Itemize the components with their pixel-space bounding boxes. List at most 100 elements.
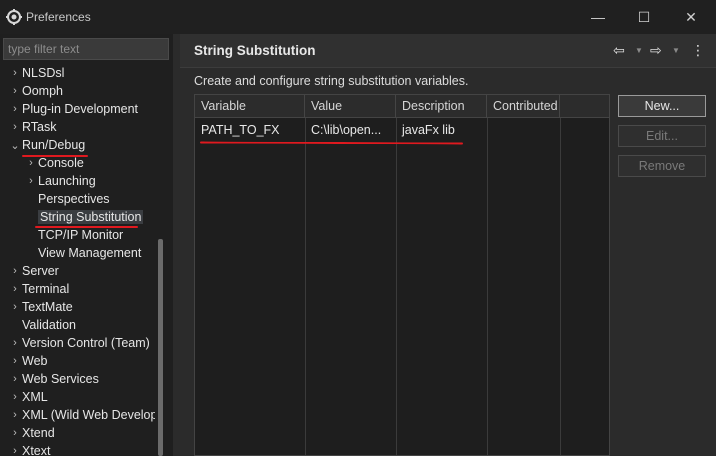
minimize-icon: — bbox=[591, 9, 605, 25]
tree-item[interactable]: › TextMate bbox=[8, 298, 73, 316]
edit-button-label: Edit... bbox=[646, 129, 678, 143]
tree-item[interactable]: TCP/IP Monitor bbox=[24, 226, 123, 244]
page-description: Create and configure string substitution… bbox=[194, 74, 469, 88]
tree-item[interactable]: › Server bbox=[8, 262, 59, 280]
chevron-right-icon[interactable]: › bbox=[8, 427, 22, 439]
chevron-right-icon[interactable]: › bbox=[8, 103, 22, 115]
tree-item-label: TextMate bbox=[22, 300, 73, 314]
chevron-right-icon[interactable]: › bbox=[8, 373, 22, 385]
cell-description: javaFx lib bbox=[402, 123, 455, 137]
page-header: String Substitution ⇦ ▼ ⇨ ▼ ⋮ bbox=[180, 34, 716, 68]
column-header-description[interactable]: Description bbox=[396, 95, 487, 118]
column-separator bbox=[487, 118, 488, 455]
tree-item[interactable]: › Web Services bbox=[8, 370, 99, 388]
tree-item[interactable]: Validation bbox=[8, 316, 76, 334]
minimize-button[interactable]: — bbox=[575, 0, 621, 34]
tree-item[interactable]: › Version Control (Team) bbox=[8, 334, 150, 352]
chevron-right-icon[interactable]: › bbox=[8, 301, 22, 313]
chevron-right-icon[interactable]: › bbox=[24, 175, 38, 187]
annotation-underline bbox=[35, 226, 138, 228]
chevron-right-icon[interactable]: › bbox=[8, 67, 22, 79]
tree-item[interactable]: ›XML (Wild Web Developer) bbox=[8, 406, 155, 424]
filter-input[interactable] bbox=[3, 38, 169, 60]
tree-item-label: View Management bbox=[38, 246, 142, 260]
tree-item[interactable]: ⌄ Run/Debug bbox=[8, 136, 85, 154]
column-header-contributed[interactable]: Contributed bbox=[487, 95, 560, 118]
back-dropdown-icon[interactable]: ▼ bbox=[635, 46, 643, 55]
cell-variable: PATH_TO_FX bbox=[201, 123, 280, 137]
tree-item-label: String Substitution bbox=[38, 210, 144, 224]
chevron-right-icon[interactable]: › bbox=[8, 85, 22, 97]
back-arrow-icon[interactable]: ⇦ bbox=[613, 42, 625, 59]
tree-item[interactable]: › Xtend bbox=[8, 424, 55, 442]
maximize-button[interactable]: ☐ bbox=[621, 0, 667, 34]
tree-item-label: Console bbox=[38, 156, 84, 170]
tree-item[interactable]: › Xtext bbox=[8, 442, 51, 456]
tree-item-label: Validation bbox=[22, 318, 76, 332]
chevron-right-icon[interactable]: › bbox=[8, 445, 22, 456]
column-separator bbox=[305, 118, 306, 455]
tree-item[interactable]: › Terminal bbox=[8, 280, 69, 298]
tree-item[interactable]: › XML bbox=[8, 388, 48, 406]
chevron-right-icon[interactable]: › bbox=[8, 337, 22, 349]
table-header: Variable Value Description Contributed bbox=[195, 95, 609, 118]
annotation-underline bbox=[22, 155, 88, 157]
title-bar: Preferences — ☐ ✕ bbox=[0, 0, 716, 34]
page-title: String Substitution bbox=[194, 43, 316, 58]
tree-item-label: XML (Wild Web Developer) bbox=[22, 408, 155, 422]
tree-item[interactable]: › Web bbox=[8, 352, 47, 370]
tree-item-label: Web bbox=[22, 354, 48, 368]
chevron-right-icon[interactable]: › bbox=[8, 355, 22, 367]
tree-item[interactable]: View Management bbox=[24, 244, 141, 262]
tree-item[interactable]: Perspectives bbox=[24, 190, 110, 208]
tree-item-label: XML bbox=[22, 390, 48, 404]
tree-item[interactable]: › NLSDsl bbox=[8, 64, 64, 82]
tree-item[interactable]: › Oomph bbox=[8, 82, 63, 100]
tree-item-label: Version Control (Team) bbox=[22, 336, 150, 350]
chevron-right-icon[interactable]: › bbox=[8, 121, 22, 133]
tree-item[interactable]: › RTask bbox=[8, 118, 57, 136]
remove-button[interactable]: Remove bbox=[618, 155, 706, 177]
tree-item-label: Terminal bbox=[22, 282, 70, 296]
tree-item[interactable]: › Launching bbox=[24, 172, 96, 190]
chevron-right-icon[interactable]: › bbox=[24, 157, 38, 169]
tree-item-label: Run/Debug bbox=[22, 138, 86, 152]
tree-scrollbar[interactable] bbox=[158, 239, 163, 456]
tree-item-label: Xtext bbox=[22, 444, 51, 456]
column-header-value[interactable]: Value bbox=[305, 95, 396, 118]
tree-item-label: Plug-in Development bbox=[22, 102, 139, 116]
chevron-right-icon[interactable]: › bbox=[8, 391, 22, 403]
close-button[interactable]: ✕ bbox=[668, 0, 714, 34]
maximize-icon: ☐ bbox=[637, 8, 651, 25]
new-button-label: New... bbox=[644, 99, 680, 113]
column-header-variable[interactable]: Variable bbox=[195, 95, 305, 118]
tree-item-label: Oomph bbox=[22, 84, 63, 98]
cell-contributed bbox=[487, 119, 560, 141]
tree-item-label: NLSDsl bbox=[22, 66, 65, 80]
preference-page: String Substitution ⇦ ▼ ⇨ ▼ ⋮ Create and… bbox=[180, 34, 716, 456]
tree-item[interactable]: String Substitution bbox=[24, 208, 144, 226]
preference-navigation: ›NLSDsl›Oomph›Plug-in Development›RTask⌄… bbox=[0, 34, 173, 456]
forward-dropdown-icon[interactable]: ▼ bbox=[672, 46, 680, 55]
preference-tree[interactable]: › NLSDsl › Oomph › Plug-in Development › RTask ⌄… bbox=[0, 64, 155, 456]
forward-arrow-icon[interactable]: ⇨ bbox=[650, 42, 662, 59]
remove-button-label: Remove bbox=[638, 159, 686, 173]
chevron-right-icon[interactable]: › bbox=[8, 265, 22, 277]
new-button[interactable]: New... bbox=[618, 95, 706, 117]
chevron-right-icon[interactable]: › bbox=[8, 409, 22, 421]
edit-button[interactable]: Edit... bbox=[618, 125, 706, 147]
tree-item-label: Web Services bbox=[22, 372, 99, 386]
column-separator bbox=[560, 118, 561, 455]
tree-item[interactable]: › Plug-in Development bbox=[8, 100, 138, 118]
cell-value: C:\lib\open... bbox=[311, 123, 382, 137]
variables-table[interactable]: Variable Value Description Contributed P… bbox=[194, 94, 610, 456]
chevron-down-icon[interactable]: ⌄ bbox=[8, 139, 22, 152]
tree-item-label: RTask bbox=[22, 120, 57, 134]
chevron-right-icon[interactable]: › bbox=[8, 283, 22, 295]
tree-item-label: TCP/IP Monitor bbox=[38, 228, 124, 242]
tree-item-label: Xtend bbox=[22, 426, 55, 440]
column-separator bbox=[396, 118, 397, 455]
eclipse-gear-icon bbox=[6, 9, 22, 25]
view-menu-icon[interactable]: ⋮ bbox=[691, 42, 705, 59]
pane-sash[interactable] bbox=[173, 34, 180, 456]
